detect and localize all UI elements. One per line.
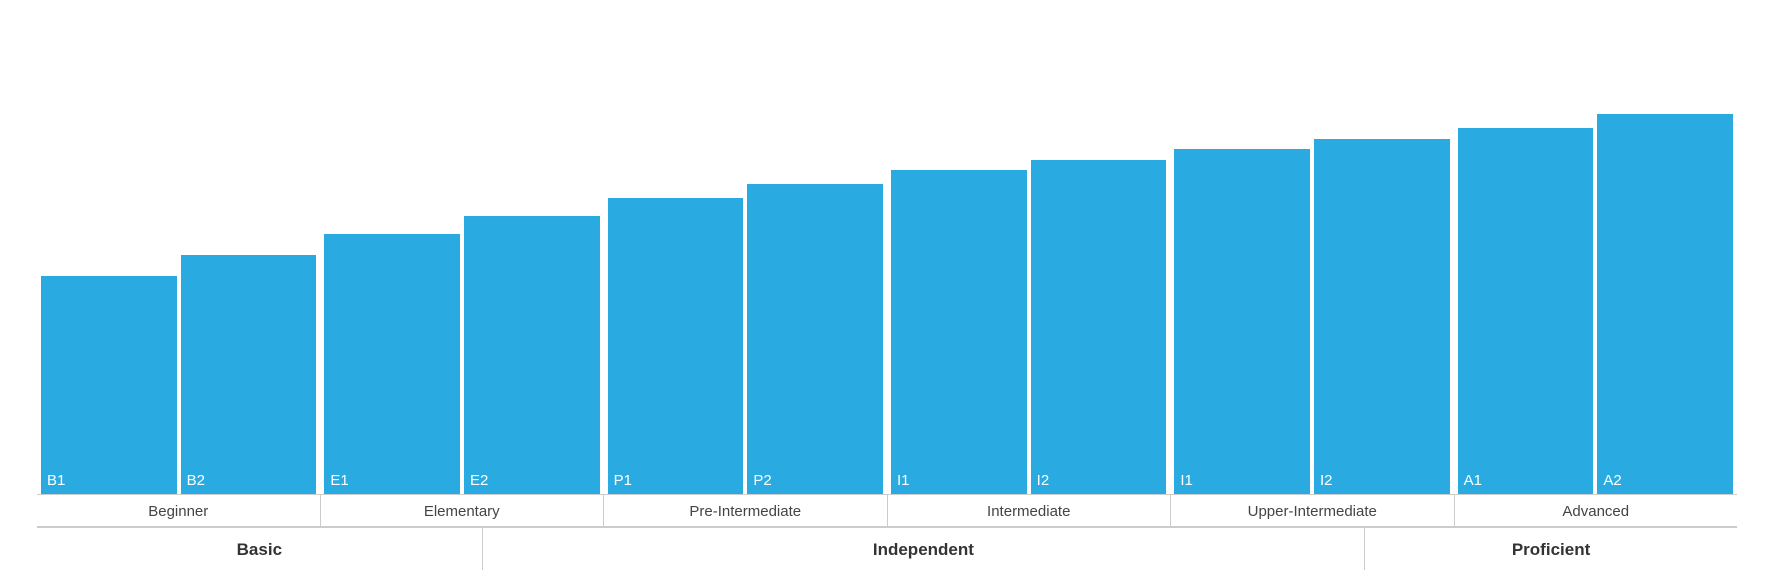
- bar-A1-5: A1: [1458, 128, 1594, 494]
- bar-code-label: E1: [330, 473, 348, 488]
- category-independent: Independent: [483, 528, 1365, 570]
- level-label-pre-intermediate: Pre-Intermediate: [604, 495, 888, 526]
- level-label-elementary: Elementary: [321, 495, 605, 526]
- bar-I2-4: I2: [1314, 139, 1450, 494]
- group-bars-pre-intermediate: P1 P2: [604, 184, 887, 494]
- bar-group-elementary: E1 E2: [320, 216, 603, 494]
- bar-A2-5: A2: [1597, 114, 1733, 494]
- bar-col-P1-2: P1: [608, 198, 744, 494]
- bar-col-A2-5: A2: [1597, 114, 1733, 494]
- bar-col-I2-4: I2: [1314, 139, 1450, 494]
- level-label-advanced: Advanced: [1455, 495, 1738, 526]
- bar-code-label: I1: [1180, 473, 1193, 488]
- bar-col-I1-3: I1: [891, 170, 1027, 494]
- category-row: Basic Independent Proficient: [37, 526, 1737, 570]
- bar-col-B1-0: B1: [41, 276, 177, 494]
- bar-code-label: A1: [1464, 473, 1482, 488]
- bar-group-pre-intermediate: P1 P2: [604, 184, 887, 494]
- group-bars-upper-intermediate: I1 I2: [1170, 139, 1453, 494]
- bar-col-E1-1: E1: [324, 234, 460, 494]
- bar-I1-3: I1: [891, 170, 1027, 494]
- category-proficient: Proficient: [1365, 528, 1737, 570]
- bar-E2-1: E2: [464, 216, 600, 494]
- bar-col-I2-3: I2: [1031, 160, 1167, 494]
- bar-col-P2-2: P2: [747, 184, 883, 494]
- bar-col-A1-5: A1: [1458, 128, 1594, 494]
- bar-code-label: I2: [1320, 473, 1333, 488]
- bar-code-label: E2: [470, 473, 488, 488]
- category-basic: Basic: [37, 528, 483, 570]
- bar-code-label: I2: [1037, 473, 1050, 488]
- level-label-upper-intermediate: Upper-Intermediate: [1171, 495, 1455, 526]
- bar-col-B2-0: B2: [181, 255, 317, 494]
- bar-col-E2-1: E2: [464, 216, 600, 494]
- bar-group-upper-intermediate: I1 I2: [1170, 139, 1453, 494]
- group-bars-intermediate: I1 I2: [887, 160, 1170, 494]
- bar-E1-1: E1: [324, 234, 460, 494]
- group-bars-advanced: A1 A2: [1454, 114, 1737, 494]
- bar-B2-0: B2: [181, 255, 317, 494]
- bar-code-label: P2: [753, 473, 771, 488]
- bar-code-label: A2: [1603, 473, 1621, 488]
- level-label-beginner: Beginner: [37, 495, 321, 526]
- level-row: BeginnerElementaryPre-IntermediateInterm…: [37, 494, 1737, 526]
- group-bars-elementary: E1 E2: [320, 216, 603, 494]
- bar-group-beginner: B1 B2: [37, 255, 320, 494]
- bar-code-label: B1: [47, 473, 65, 488]
- bar-I1-4: I1: [1174, 149, 1310, 494]
- group-bars-beginner: B1 B2: [37, 255, 320, 494]
- bar-group-intermediate: I1 I2: [887, 160, 1170, 494]
- bar-code-label: P1: [614, 473, 632, 488]
- bar-group-advanced: A1 A2: [1454, 114, 1737, 494]
- bar-B1-0: B1: [41, 276, 177, 494]
- bar-P1-2: P1: [608, 198, 744, 494]
- level-label-intermediate: Intermediate: [888, 495, 1172, 526]
- bar-I2-3: I2: [1031, 160, 1167, 494]
- bar-col-I1-4: I1: [1174, 149, 1310, 494]
- bar-code-label: B2: [187, 473, 205, 488]
- bar-code-label: I1: [897, 473, 910, 488]
- bars-area: B1 B2 E1 E2 P1 P2 I1 I2 I1 I2 A1 A2: [37, 30, 1737, 494]
- chart-wrapper: B1 B2 E1 E2 P1 P2 I1 I2 I1 I2 A1 A2 BeginnerElement…: [17, 10, 1757, 570]
- bar-P2-2: P2: [747, 184, 883, 494]
